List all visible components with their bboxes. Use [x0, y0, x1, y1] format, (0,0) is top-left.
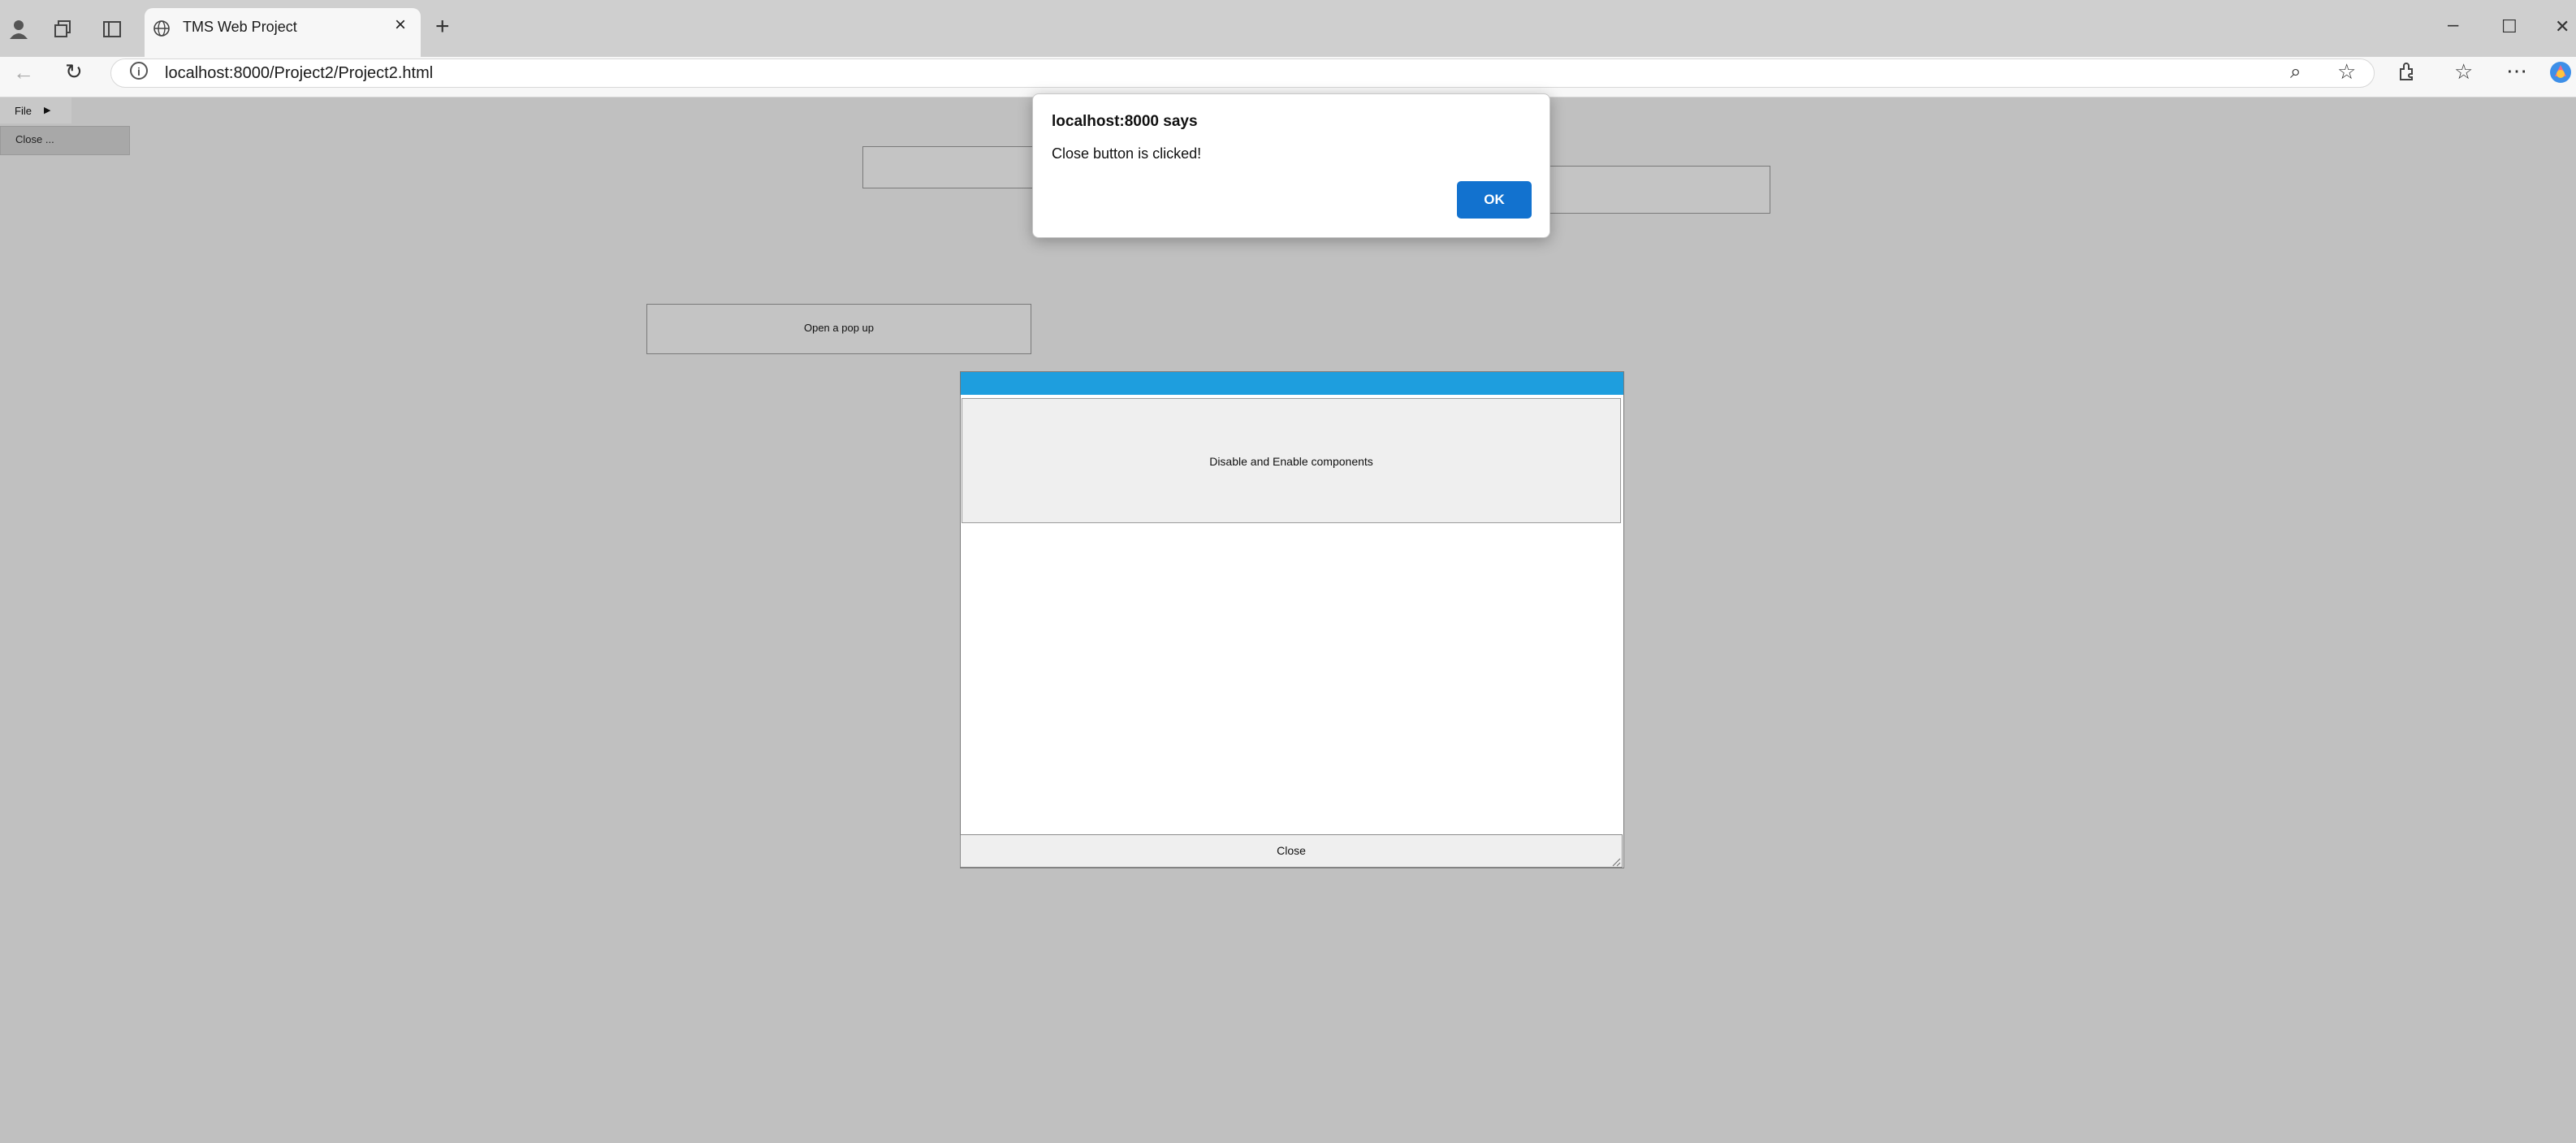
- window-close-icon[interactable]: ✕: [2555, 16, 2570, 37]
- collections-icon[interactable]: [54, 19, 73, 43]
- zoom-icon[interactable]: ⌕: [2290, 62, 2301, 83]
- menu-item-close-label: Close ...: [15, 133, 54, 145]
- favorites-icon[interactable]: ☆: [2454, 61, 2473, 82]
- alert-message: Close button is clicked!: [1052, 145, 1202, 162]
- tab-title: TMS Web Project: [183, 19, 297, 35]
- globe-icon: [153, 19, 171, 41]
- more-icon[interactable]: ⋯: [2506, 60, 2527, 81]
- submenu-arrow-icon: ▶: [44, 106, 51, 115]
- refresh-icon[interactable]: ↻: [65, 61, 83, 82]
- alert-title: localhost:8000 says: [1052, 113, 1198, 130]
- menu-bar: [0, 97, 71, 123]
- maximize-icon[interactable]: ☐: [2501, 16, 2518, 37]
- popup-close-label: Close: [1277, 844, 1306, 857]
- extensions-icon[interactable]: [2397, 62, 2417, 85]
- page-button-top-right[interactable]: [1546, 166, 1770, 214]
- open-popup-label: Open a pop up: [803, 322, 875, 334]
- menu-file[interactable]: File: [15, 105, 32, 117]
- tab-actions-icon[interactable]: [102, 19, 122, 43]
- minimize-icon[interactable]: –: [2448, 15, 2458, 36]
- address-url[interactable]: localhost:8000/Project2/Project2.html: [165, 64, 433, 83]
- back-icon[interactable]: ←: [13, 62, 34, 83]
- profile-icon[interactable]: [8, 18, 29, 42]
- copilot-icon[interactable]: [2548, 60, 2573, 89]
- new-tab-icon[interactable]: +: [435, 15, 450, 39]
- alert-ok-button[interactable]: OK: [1457, 181, 1532, 219]
- disable-enable-label: Disable and Enable components: [1209, 455, 1373, 468]
- page-button-top-left[interactable]: [862, 146, 1033, 188]
- tab-close-icon[interactable]: ×: [395, 15, 406, 35]
- address-bar[interactable]: [110, 58, 2375, 88]
- resize-grip-icon[interactable]: [1611, 856, 1621, 869]
- favorite-icon[interactable]: ☆: [2337, 61, 2356, 82]
- site-info-icon[interactable]: i: [130, 62, 148, 80]
- popup-caption-bar[interactable]: [961, 372, 1623, 395]
